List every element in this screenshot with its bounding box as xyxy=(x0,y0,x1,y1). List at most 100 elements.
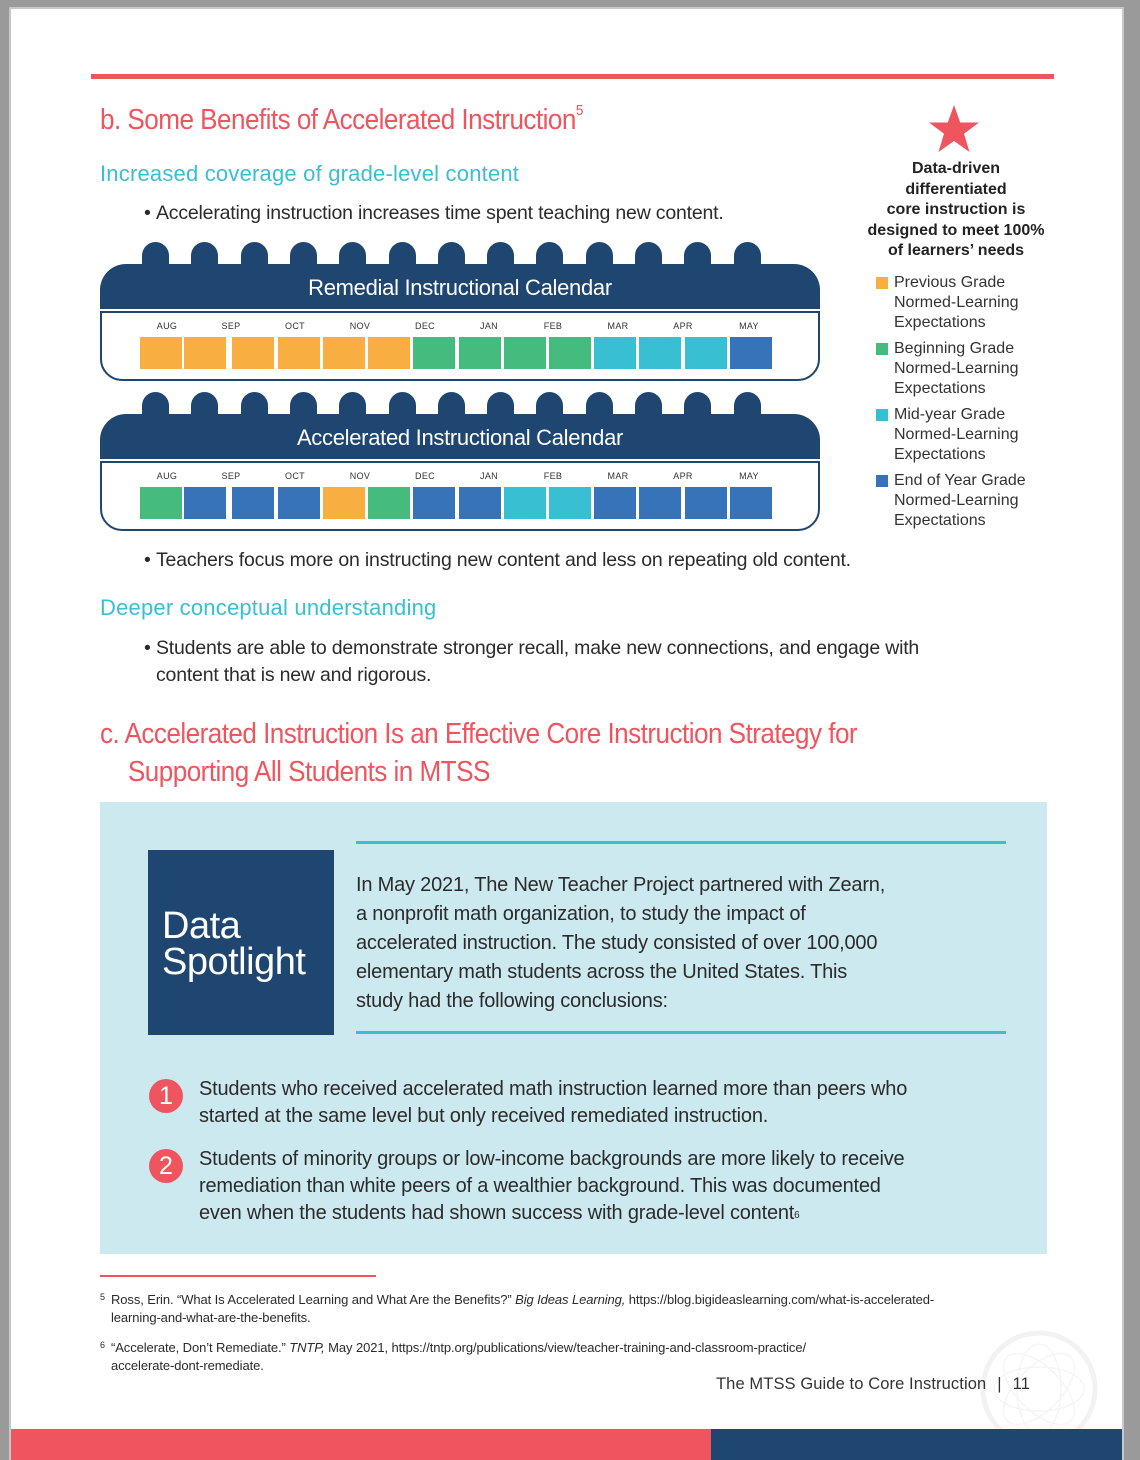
footnote-source: TNTP, xyxy=(289,1340,325,1355)
footnote-url[interactable]: https://blog.bigideaslearning.com/what-i… xyxy=(625,1292,934,1307)
calendar-title: Accelerated Instructional Calendar xyxy=(100,414,820,459)
month-label: JAN xyxy=(480,471,498,481)
month-label: AUG xyxy=(156,321,178,331)
section-c-title-line1: c. Accelerated Instruction Is an Effecti… xyxy=(100,718,858,750)
footnote-ref-6[interactable]: 6 xyxy=(794,1210,800,1221)
legend-label-line: Mid-year Grade xyxy=(894,406,1006,423)
calendar-cell-beginning xyxy=(368,487,410,519)
legend-item-beginning: Beginning Grade Normed-Learning Expectatio… xyxy=(876,339,1066,399)
calendar-cell-midyear xyxy=(594,337,636,369)
calendar-cell-midyear xyxy=(685,337,727,369)
footnote-text: Ross, Erin. “What Is Accelerated Learnin… xyxy=(111,1292,516,1307)
spotlight-paragraph-line: accelerated instruction. The study consi… xyxy=(356,932,878,954)
conclusion-1: 1 Students who received accelerated math … xyxy=(149,1076,1029,1136)
bullet-text-line1: Students are able to demonstrate stronge… xyxy=(156,637,920,659)
month-label: MAR xyxy=(607,321,629,331)
month-label: APR xyxy=(673,471,693,481)
conclusion-line: Students who received accelerated math i… xyxy=(199,1078,908,1100)
legend-label-line: Expectations xyxy=(894,380,986,397)
bullet-glyph: • xyxy=(144,637,151,659)
footnote-ref-5[interactable]: 5 xyxy=(576,102,583,119)
bullet-text: Teachers focus more on instructing new c… xyxy=(156,549,851,571)
number-badge-icon: 1 xyxy=(149,1079,183,1113)
calendar-body: AUG SEP OCT NOV DEC JAN FEB MAR APR MAY xyxy=(100,461,820,531)
data-spotlight-label: Data Spotlight xyxy=(162,907,306,981)
month-label: NOV xyxy=(349,471,371,481)
legend-label-line: Expectations xyxy=(894,446,986,463)
callout-line: designed to meet 100% xyxy=(867,221,1045,239)
footer-separator: | xyxy=(997,1375,1002,1393)
legend-label-line: Normed-Learning xyxy=(894,294,1019,311)
footnote-marker: 6 xyxy=(100,1340,105,1350)
month-label: OCT xyxy=(285,471,305,481)
section-b-title-text: b. Some Benefits of Accelerated Instruct… xyxy=(100,104,576,136)
month-label: JAN xyxy=(480,321,498,331)
calendar-cell-endofyear xyxy=(184,487,226,519)
bullet-glyph: • xyxy=(144,549,151,571)
calendar-body: AUG SEP OCT NOV DEC JAN FEB MAR APR MAY xyxy=(100,311,820,381)
legend-label-line: Expectations xyxy=(894,512,986,529)
month-label: SEP xyxy=(221,471,241,481)
calendar-title: Remedial Instructional Calendar xyxy=(100,264,820,309)
legend-label-line: Beginning Grade xyxy=(894,340,1015,357)
conclusion-line: started at the same level but only recei… xyxy=(199,1105,769,1127)
legend-item-endofyear: End of Year Grade Normed-Learning Expectat… xyxy=(876,471,1066,531)
calendar-cell-previous xyxy=(278,337,320,369)
calendar-cell-endofyear xyxy=(639,487,681,519)
remedial-calendar: Remedial Instructional Calendar AUG SEP OC… xyxy=(100,242,820,387)
month-label: APR xyxy=(673,321,693,331)
calendar-cell-endofyear xyxy=(730,487,772,519)
footnote-body: Ross, Erin. “What Is Accelerated Learnin… xyxy=(100,1291,1060,1327)
calendar-cell-previous xyxy=(323,337,365,369)
page-footer: The MTSS Guide to Core Instruction | 11 xyxy=(716,1375,1030,1394)
footer-bar-navy xyxy=(711,1429,1122,1460)
calendar-cell-endofyear xyxy=(594,487,636,519)
bullet-text: Accelerating instruction increases time … xyxy=(156,202,724,224)
legend-label-line: Previous Grade xyxy=(894,274,1006,291)
calendar-cell-previous xyxy=(232,337,274,369)
calendar-cell-previous xyxy=(184,337,226,369)
spotlight-paragraph-line: elementary math students across the Unit… xyxy=(356,961,848,983)
footnote-url-continued[interactable]: accelerate-dont-remediate. xyxy=(111,1357,1060,1375)
footnote-line1: Ross, Erin. “What Is Accelerated Learnin… xyxy=(111,1291,1060,1309)
calendar-cell-endofyear xyxy=(413,487,455,519)
legend-label-line: Normed-Learning xyxy=(894,360,1019,377)
legend-swatch xyxy=(876,343,888,355)
callout-line: core instruction is xyxy=(886,201,1026,218)
star-icon xyxy=(929,105,979,152)
calendar-cell-beginning xyxy=(459,337,501,369)
conclusion-line: remediation than white peers of a wealth… xyxy=(199,1175,881,1197)
bullet-coverage-2: • Teachers focus more on instructing new … xyxy=(144,547,851,574)
calendar-cell-endofyear xyxy=(685,487,727,519)
legend-label-line: Normed-Learning xyxy=(894,426,1019,443)
calendar-cell-previous xyxy=(368,337,410,369)
month-label: DEC xyxy=(415,471,435,481)
footnote-6: 6 “Accelerate, Don’t Remediate.” TNTP, Ma… xyxy=(100,1339,1060,1375)
month-label: FEB xyxy=(543,321,563,331)
legend-item-midyear: Mid-year Grade Normed-Learning Expectation… xyxy=(876,405,1066,465)
footnote-url[interactable]: May 2021, https://tntp.org/publications/… xyxy=(325,1340,806,1355)
month-label: MAR xyxy=(607,471,629,481)
bullet-conceptual-1: • Students are able to demonstrate strong… xyxy=(144,635,1064,689)
spotlight-top-rule xyxy=(356,841,1006,844)
spotlight-paragraph: In May 2021, The New Teacher Project par… xyxy=(356,871,1006,1016)
spotlight-bottom-rule xyxy=(356,1031,1006,1034)
subheading-conceptual: Deeper conceptual understanding xyxy=(100,595,437,620)
footnote-line1: “Accelerate, Don’t Remediate.” TNTP, May… xyxy=(111,1339,1060,1357)
footnote-marker: 5 xyxy=(100,1292,105,1302)
calendar-cell-endofyear xyxy=(459,487,501,519)
bullet-glyph: • xyxy=(144,202,151,224)
legend-swatch xyxy=(876,277,888,289)
footnote-rule xyxy=(100,1275,376,1277)
calendar-cell-endofyear xyxy=(232,487,274,519)
top-rule xyxy=(91,74,1054,79)
spotlight-paragraph-line: In May 2021, The New Teacher Project par… xyxy=(356,874,886,896)
conclusion-2: 2 Students of minority groups or low-inco… xyxy=(149,1146,1029,1231)
callout-line: differentiated xyxy=(905,180,1007,198)
calendar-cell-previous xyxy=(140,337,182,369)
calendar-cell-midyear xyxy=(504,487,546,519)
calendar-cell-midyear xyxy=(549,487,591,519)
legend-swatch xyxy=(876,475,888,487)
data-spotlight-tile: Data Spotlight xyxy=(148,850,334,1035)
footnote-url-continued[interactable]: learning-and-what-are-the-benefits. xyxy=(111,1309,1060,1327)
